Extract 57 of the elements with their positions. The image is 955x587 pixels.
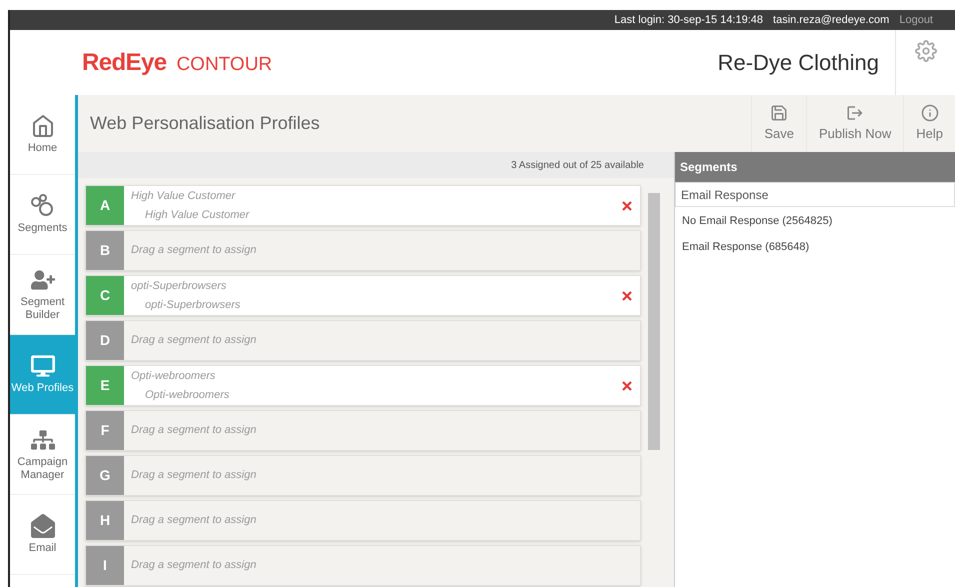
assigned-count: 3 Assigned out of 25 available	[511, 158, 644, 172]
sidebar-item[interactable]: Web Profiles	[10, 335, 75, 415]
profile-slot[interactable]: F Drag a segment to assign	[85, 410, 641, 451]
scrollbar[interactable]	[648, 193, 660, 450]
drop-hint: Drag a segment to assign	[131, 513, 256, 528]
segment-list-item[interactable]: No Email Response (2564825)	[682, 213, 955, 230]
publish-icon	[846, 104, 864, 122]
slot-letter: C	[86, 276, 124, 315]
drop-hint: Drag a segment to assign	[131, 468, 256, 484]
search-field[interactable]: Email Response	[675, 182, 955, 207]
slot-letter: I	[86, 546, 124, 585]
segment-name: Opti-webroomers	[131, 368, 216, 384]
add-user-icon	[30, 268, 54, 292]
info-icon	[920, 104, 939, 122]
profile-slot[interactable]: C opti-Superbrowsers opti-Superbrowsers	[85, 275, 641, 316]
drop-hint: Drag a segment to assign	[131, 243, 256, 258]
slot-letter: G	[86, 456, 124, 495]
slot-letter: F	[86, 411, 124, 450]
segment-list-item[interactable]: Email Response (685648)	[682, 238, 955, 255]
monitor-icon	[30, 354, 54, 378]
segments-header: Segments	[675, 152, 955, 182]
segment-subname: opti-Superbrowsers	[144, 298, 242, 312]
slot-letter: A	[86, 186, 124, 225]
remove-icon[interactable]	[622, 200, 632, 210]
profile-slot[interactable]: I Drag a segment to assign	[85, 545, 641, 586]
segment-name: High Value Customer	[131, 188, 236, 204]
drop-hint: Drag a segment to assign	[131, 333, 256, 348]
profile-slot[interactable]: D Drag a segment to assign	[85, 320, 641, 361]
remove-icon[interactable]	[622, 380, 632, 390]
drop-hint: Drag a segment to assign	[131, 423, 256, 438]
people-circles-icon	[30, 194, 56, 218]
flow-icon	[30, 428, 54, 452]
drop-hint: Drag a segment to assign	[131, 558, 256, 574]
settings-icon[interactable]	[914, 40, 936, 62]
profile-slot[interactable]: H Drag a segment to assign	[85, 500, 641, 541]
home-icon	[30, 114, 54, 138]
user-email: tasin.reza@redeye.com	[773, 12, 890, 28]
profile-slot[interactable]: A High Value Customer High Value Customer	[85, 185, 641, 226]
profile-slot[interactable]: E Opti-webroomers Opti-webroomers	[85, 365, 641, 406]
segment-subname: High Value Customer	[144, 208, 250, 222]
slot-letter: E	[86, 366, 124, 405]
client-name: Re-Dye Clothing	[718, 49, 880, 77]
logo-brand: RedEye	[82, 48, 166, 78]
slot-letter: H	[86, 501, 124, 540]
save-icon	[770, 104, 788, 122]
slot-letter: D	[86, 321, 124, 360]
profile-slot[interactable]: G Drag a segment to assign	[85, 455, 641, 496]
profile-slot[interactable]: B Drag a segment to assign	[85, 230, 641, 271]
remove-icon[interactable]	[622, 290, 632, 300]
envelope-icon	[30, 514, 54, 538]
logout-link[interactable]: Logout	[899, 12, 933, 28]
slot-letter: B	[86, 231, 124, 270]
segment-name: opti-Superbrowsers	[131, 278, 228, 294]
page-title: Web Personalisation Profiles	[89, 112, 321, 135]
last-login-text: Last login: 30-sep-15 14:19:48	[614, 12, 764, 28]
segment-subname: Opti-webroomers	[144, 388, 230, 402]
logo-product: CONTOUR	[176, 52, 272, 76]
